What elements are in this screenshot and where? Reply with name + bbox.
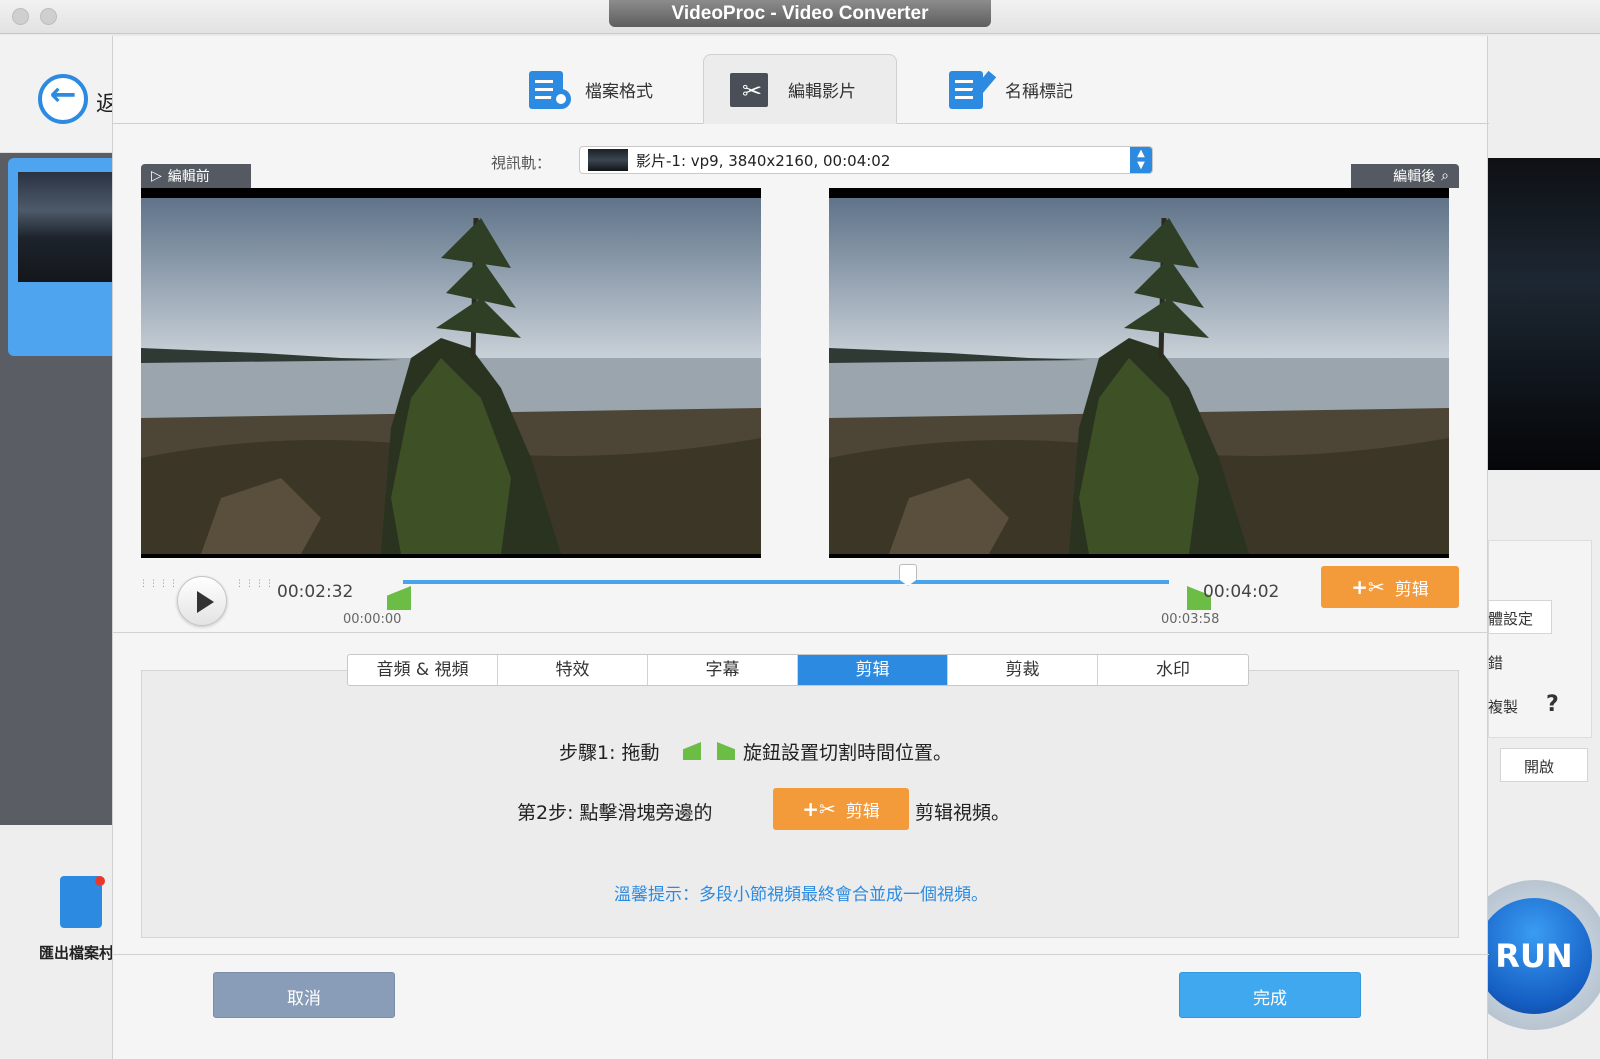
add-scissors-icon: +✂ — [802, 797, 836, 821]
film-scissors-icon — [728, 69, 774, 109]
step2-suffix: 剪辑視頻。 — [915, 802, 1011, 824]
background-copy-label: 複製 — [1488, 698, 1519, 716]
cut-end-time: 00:03:58 — [1161, 612, 1220, 627]
doc-pen-icon — [945, 69, 997, 109]
step1-prefix: 步驟1: 拖動 — [559, 742, 660, 764]
video-track-label: 視訊軌： — [491, 154, 552, 172]
background-preview — [1488, 158, 1600, 470]
tab-subtitles[interactable]: 字幕 — [648, 655, 798, 685]
right-grip-icon: ⋮⋮⋮⋮ — [235, 579, 275, 589]
background-settings-label: 體設定 — [1488, 610, 1534, 628]
done-button[interactable]: 完成 — [1179, 972, 1361, 1018]
track-thumbnail — [588, 149, 628, 171]
before-preview — [141, 188, 761, 558]
window-title: VideoProc - Video Converter — [609, 0, 991, 27]
footer-divider — [113, 954, 1489, 955]
help-icon[interactable]: ? — [1546, 692, 1559, 717]
add-scissors-icon: +✂ — [1351, 575, 1385, 599]
before-video-frame — [141, 198, 761, 554]
select-arrows-icon[interactable]: ▲ ▼ — [1130, 147, 1152, 173]
run-button[interactable]: RUN — [1476, 898, 1592, 1014]
window-titlebar: VideoProc - Video Converter — [0, 0, 1600, 34]
tab-name-tag-label: 名稱標記 — [1005, 81, 1073, 102]
tab-file-format[interactable]: 檔案格式 — [501, 54, 677, 124]
inline-cut-label: 剪辑 — [845, 801, 880, 822]
timeline-track[interactable] — [403, 580, 1169, 584]
before-label: 編輯前 — [167, 169, 210, 185]
cut-button[interactable]: +✂ 剪辑 — [1321, 566, 1459, 608]
cut-button-label: 剪辑 — [1394, 579, 1429, 600]
left-grip-icon: ⋮⋮⋮⋮ — [139, 579, 179, 589]
background-video-thumbnail — [18, 172, 112, 282]
video-track-select[interactable]: 影片-1: vp9, 3840x2160, 00:04:02 ▲ ▼ — [579, 146, 1153, 174]
before-preview-tag[interactable]: ▷ 編輯前 — [141, 164, 251, 188]
controls-divider — [113, 632, 1489, 633]
tab-name-tag[interactable]: 名稱標記 — [921, 54, 1097, 124]
cut-start-handle[interactable] — [387, 586, 411, 610]
step1-suffix: 旋鈕設置切割時間位置。 — [743, 742, 953, 764]
magnifier-icon: ⌕ — [1441, 168, 1449, 184]
after-video-frame — [829, 198, 1449, 554]
current-time: 00:02:32 — [277, 582, 354, 602]
total-time: 00:04:02 — [1203, 582, 1280, 602]
tab-edit-video[interactable]: 編輯影片 — [703, 54, 897, 124]
format-doc-gear-icon — [525, 69, 571, 109]
dialog-tab-bar: 檔案格式 編輯影片 名稱標記 — [113, 36, 1489, 124]
play-button[interactable] — [177, 576, 227, 626]
background-left-pane — [0, 35, 112, 825]
notification-dot — [95, 876, 105, 886]
back-arrow-icon[interactable] — [38, 74, 88, 124]
cut-start-time: 00:00:00 — [343, 612, 402, 627]
cancel-button[interactable]: 取消 — [213, 972, 395, 1018]
hint-text: 溫馨提示：多段小節視頻最終會合並成一個視頻。 — [614, 885, 988, 905]
tab-effects[interactable]: 特效 — [498, 655, 648, 685]
window-minimize-dot[interactable] — [40, 8, 57, 25]
tab-cut[interactable]: 剪辑 — [798, 655, 948, 685]
after-preview — [829, 188, 1449, 558]
edit-tabs: 音頻 & 視頻 特效 字幕 剪辑 剪裁 水印 — [347, 654, 1249, 686]
video-track-value: 影片-1: vp9, 3840x2160, 00:04:02 — [636, 151, 891, 170]
play-outline-icon: ▷ — [151, 168, 162, 184]
window-close-dot[interactable] — [12, 8, 29, 25]
tab-crop[interactable]: 剪裁 — [948, 655, 1098, 685]
step2-prefix: 第2步: 點擊滑塊旁邊的 — [517, 802, 713, 824]
tab-audio-video[interactable]: 音頻 & 視頻 — [348, 655, 498, 685]
background-open-label: 開啟 — [1524, 758, 1555, 776]
background-option-label: 錯 — [1488, 654, 1504, 672]
tab-watermark[interactable]: 水印 — [1098, 655, 1248, 685]
tab-file-format-label: 檔案格式 — [585, 81, 653, 102]
after-preview-tag[interactable]: 編輯後 ⌕ — [1351, 164, 1459, 188]
edit-video-dialog: 檔案格式 編輯影片 名稱標記 視訊軌： 影片-1: vp9, 3840x2160… — [112, 36, 1489, 1059]
export-file-label[interactable]: 匯出檔案村 — [39, 942, 114, 963]
inline-cut-illustration: +✂ 剪辑 — [773, 788, 909, 830]
after-label: 編輯後 — [1393, 169, 1436, 185]
tab-edit-video-label: 編輯影片 — [788, 81, 856, 102]
